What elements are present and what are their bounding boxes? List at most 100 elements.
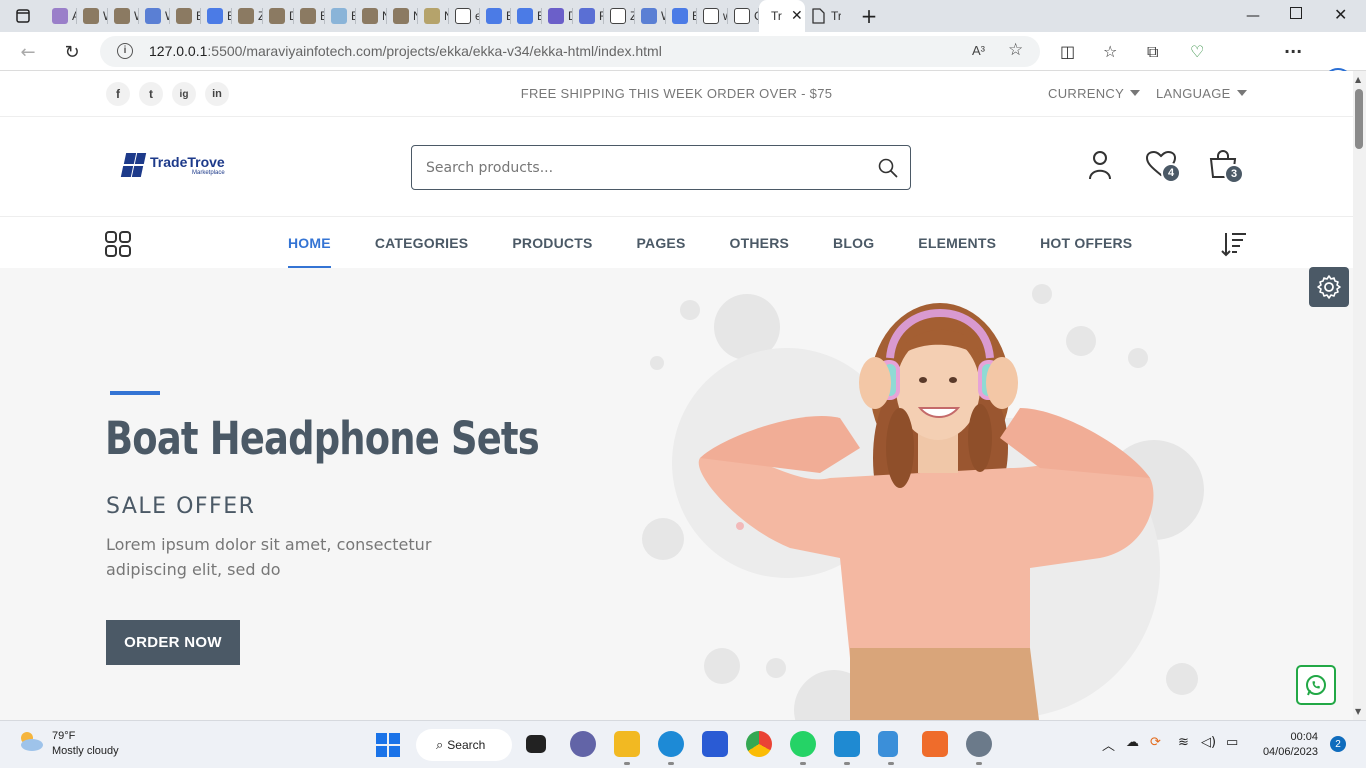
nav-item-hot-offers[interactable]: HOT OFFERS: [1040, 218, 1132, 268]
nav-item-home[interactable]: HOME: [288, 218, 331, 268]
theme-settings-button[interactable]: [1309, 267, 1349, 307]
sort-filter-icon[interactable]: [1221, 231, 1247, 257]
teams-chat-icon[interactable]: [570, 731, 596, 757]
tab-item[interactable]: N: [356, 0, 387, 32]
tab-item[interactable]: D: [263, 0, 294, 32]
tab-item[interactable]: N: [418, 0, 449, 32]
back-icon[interactable]: ←: [17, 41, 39, 63]
wifi-icon[interactable]: ≋: [1178, 735, 1189, 750]
search-icon[interactable]: [878, 158, 898, 178]
tab-item[interactable]: Tr: [805, 0, 849, 32]
weather-status: Mostly cloudy: [52, 745, 119, 757]
nav-item-others[interactable]: OTHERS: [730, 218, 790, 268]
whatsapp-app-icon[interactable]: [790, 731, 816, 765]
tab-title: Tr: [831, 9, 841, 23]
tab-item[interactable]: El: [666, 0, 697, 32]
tab-item[interactable]: e: [449, 0, 480, 32]
system-clock[interactable]: 00:04 04/06/2023: [1256, 730, 1318, 760]
nav-item-pages[interactable]: PAGES: [637, 218, 686, 268]
nav-item-products[interactable]: PRODUCTS: [512, 218, 592, 268]
tab-favicon-icon: [486, 8, 502, 24]
currency-dropdown[interactable]: CURRENCY: [1048, 86, 1141, 101]
weather-widget[interactable]: 79°F Mostly cloudy: [16, 729, 119, 759]
edge-browser-icon[interactable]: [658, 731, 684, 765]
favorite-star-icon[interactable]: ☆: [1008, 40, 1023, 60]
settings-menu-icon[interactable]: ···: [1284, 42, 1302, 61]
tab-item[interactable]: W: [77, 0, 108, 32]
xampp-icon[interactable]: [922, 731, 948, 757]
logo-name: TradeTrove: [150, 154, 225, 170]
address-bar-row: ← ↻ i 127.0.0.1:5500/maraviyainfotech.co…: [0, 32, 1366, 98]
tab-item[interactable]: El: [480, 0, 511, 32]
notification-badge[interactable]: 2: [1330, 736, 1346, 752]
task-view-icon[interactable]: [526, 735, 546, 753]
taskbar-search-label: Search: [447, 738, 486, 752]
address-bar[interactable]: i 127.0.0.1:5500/maraviyainfotech.com/pr…: [100, 36, 1040, 67]
restore-icon[interactable]: [1290, 7, 1302, 19]
tab-item[interactable]: El: [170, 0, 201, 32]
order-now-button[interactable]: ORDER NOW: [106, 620, 240, 665]
close-window-icon[interactable]: ✕: [1334, 5, 1347, 24]
whatsapp-chat-button[interactable]: [1296, 665, 1336, 705]
tab-item[interactable]: El: [511, 0, 542, 32]
close-tab-icon[interactable]: ✕: [791, 8, 803, 24]
refresh-icon[interactable]: ↻: [61, 41, 83, 63]
web-page: f t ig in FREE SHIPPING THIS WEEK ORDER …: [0, 71, 1353, 720]
categories-grid-icon[interactable]: [105, 231, 131, 257]
show-hidden-icons[interactable]: ︿: [1102, 735, 1115, 754]
tab-item[interactable]: w: [697, 0, 728, 32]
new-tab-button[interactable]: +: [849, 4, 889, 28]
taskbar-search[interactable]: ⌕ Search: [416, 729, 512, 761]
nav-item-elements[interactable]: ELEMENTS: [918, 218, 996, 268]
favorites-icon[interactable]: ☆: [1103, 42, 1117, 61]
site-logo[interactable]: TradeTrove Marketplace: [120, 153, 225, 179]
tab-item[interactable]: E: [325, 0, 356, 32]
minimize-icon[interactable]: —: [1246, 8, 1260, 24]
tab-item[interactable]: El: [201, 0, 232, 32]
volume-icon[interactable]: ◁): [1201, 735, 1216, 750]
vscode-icon[interactable]: [834, 731, 860, 765]
notepad-icon[interactable]: [878, 731, 898, 765]
battery-icon[interactable]: ▭: [1226, 735, 1238, 750]
microsoft-store-icon[interactable]: [702, 731, 728, 757]
tab-favicon-icon: [548, 8, 564, 24]
file-explorer-icon[interactable]: [614, 731, 640, 765]
performance-icon[interactable]: ♡: [1190, 42, 1204, 61]
search-input[interactable]: [426, 156, 866, 180]
tab-item[interactable]: D: [542, 0, 573, 32]
site-info-icon[interactable]: i: [117, 43, 133, 59]
scroll-down-icon[interactable]: ▼: [1355, 707, 1361, 716]
tab-actions-button[interactable]: [0, 0, 46, 32]
settings-app-icon[interactable]: [966, 731, 992, 765]
read-aloud-icon[interactable]: A³: [972, 43, 985, 58]
cart-button[interactable]: 3: [1208, 149, 1248, 185]
page-scrollbar[interactable]: ▲ ▼: [1353, 71, 1366, 720]
tab-item[interactable]: W: [139, 0, 170, 32]
scrollbar-thumb[interactable]: [1355, 89, 1363, 149]
wishlist-button[interactable]: 4: [1145, 150, 1186, 187]
tab-item[interactable]: Z: [604, 0, 635, 32]
windows-start-icon[interactable]: [376, 733, 400, 757]
tab-item[interactable]: W: [635, 0, 666, 32]
scroll-up-icon[interactable]: ▲: [1355, 75, 1361, 84]
sync-icon[interactable]: ⟳: [1150, 735, 1161, 750]
tab-item[interactable]: R: [573, 0, 604, 32]
tab-item[interactable]: A: [46, 0, 77, 32]
tab-active[interactable]: Tr ✕: [759, 0, 805, 32]
url-text[interactable]: 127.0.0.1:5500/maraviyainfotech.com/proj…: [149, 43, 662, 59]
tab-item[interactable]: C: [728, 0, 759, 32]
user-icon[interactable]: [1088, 150, 1112, 180]
chrome-icon[interactable]: [746, 731, 772, 757]
split-screen-icon[interactable]: ◫: [1060, 42, 1075, 61]
nav-item-categories[interactable]: CATEGORIES: [375, 218, 469, 268]
tab-item[interactable]: E: [294, 0, 325, 32]
tab-item[interactable]: W: [108, 0, 139, 32]
search-icon: ⌕: [436, 737, 444, 752]
tab-item[interactable]: Z: [232, 0, 263, 32]
tab-item[interactable]: N: [387, 0, 418, 32]
onedrive-icon[interactable]: ☁: [1126, 735, 1139, 750]
collections-icon[interactable]: ⧉: [1147, 42, 1158, 62]
nav-item-blog[interactable]: BLOG: [833, 218, 874, 268]
language-dropdown[interactable]: LANGUAGE: [1156, 86, 1247, 101]
caret-down-icon: [1236, 90, 1247, 96]
